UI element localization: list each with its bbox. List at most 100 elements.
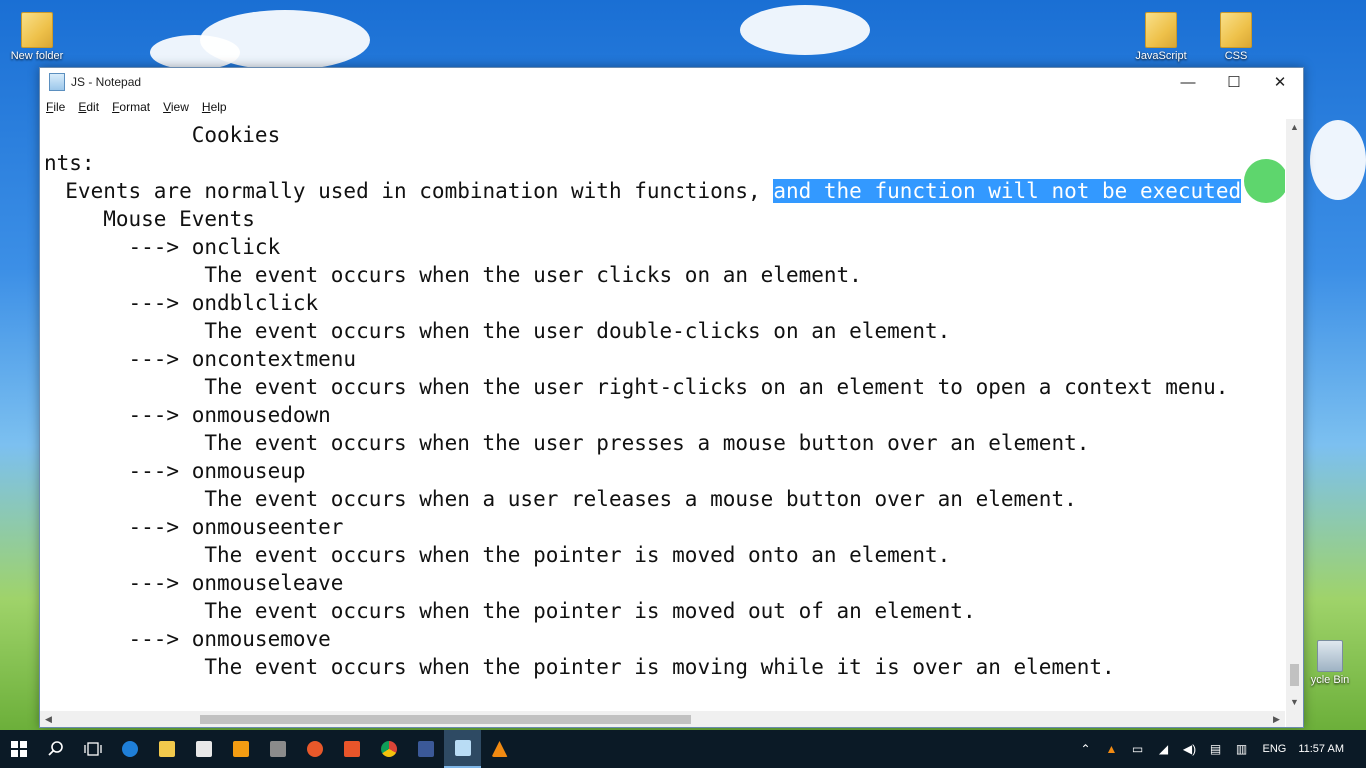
window-controls: — ☐ ✕ (1165, 68, 1303, 96)
window-title: JS - Notepad (71, 75, 142, 89)
menu-file[interactable]: File (46, 100, 65, 114)
desktop-icon-css[interactable]: CSS (1201, 12, 1271, 62)
task-view-button[interactable] (74, 730, 111, 768)
notepad-window: JS - Notepad — ☐ ✕ File Edit Format View… (39, 67, 1304, 728)
start-button[interactable] (0, 730, 37, 768)
text-line: The event occurs when the pointer is mov… (40, 599, 976, 623)
close-button[interactable]: ✕ (1257, 68, 1303, 96)
firefox-icon (306, 741, 323, 757)
sparkle-icon (343, 741, 360, 757)
text-line: The event occurs when the user clicks on… (40, 263, 862, 287)
scroll-up-icon[interactable]: ▲ (1286, 119, 1303, 136)
chevron-up-icon[interactable]: ⌃ (1076, 742, 1094, 756)
text-line: ---> onclick (40, 235, 281, 259)
text-line: The event occurs when the pointer is mov… (40, 655, 1115, 679)
keyboard-icon[interactable]: ▥ (1232, 742, 1250, 756)
menu-help[interactable]: Help (202, 100, 227, 114)
network-icon[interactable]: ◢ (1154, 742, 1172, 756)
scroll-left-icon[interactable]: ◀ (40, 711, 57, 727)
desktop-icon-new-folder[interactable]: New folder (2, 12, 72, 62)
desktop-icon-label: ycle Bin (1310, 674, 1350, 686)
taskbar-edge[interactable] (111, 730, 148, 768)
cloud-decoration (1310, 120, 1366, 200)
taskbar-chrome[interactable] (370, 730, 407, 768)
minimize-button[interactable]: — (1165, 68, 1211, 96)
text-line: ---> onmousedown (40, 403, 331, 427)
taskbar-app[interactable] (259, 730, 296, 768)
scrollbar-corner (1286, 711, 1303, 727)
vertical-scrollbar[interactable]: ▲ ▼ (1286, 119, 1303, 711)
folder-icon (21, 12, 53, 48)
text-line: The event occurs when the pointer is mov… (40, 543, 951, 567)
vlc-tray-icon[interactable]: ▲ (1102, 742, 1120, 756)
store-icon (195, 741, 212, 757)
text-line: nts: (44, 151, 95, 175)
menu-view[interactable]: View (163, 100, 189, 114)
text-line: The event occurs when the user right-cli… (40, 375, 1229, 399)
folder-icon (1145, 12, 1177, 48)
menu-edit[interactable]: Edit (78, 100, 99, 114)
language-indicator[interactable]: ENG (1262, 743, 1286, 755)
desktop-icon-label: JavaScript (1135, 50, 1187, 62)
taskbar-app[interactable] (333, 730, 370, 768)
folder-icon (1220, 12, 1252, 48)
horizontal-scrollbar[interactable]: ◀ ▶ (40, 711, 1285, 727)
text-line: ---> onmousemove (40, 627, 331, 651)
menu-format[interactable]: Format (112, 100, 150, 114)
taskbar-facebook[interactable] (407, 730, 444, 768)
search-button[interactable] (37, 730, 74, 768)
text-line: ---> onmouseleave (40, 571, 344, 595)
clock[interactable]: 11:57 AM (1298, 743, 1344, 755)
text-line: ---> onmouseenter (40, 515, 344, 539)
scroll-right-icon[interactable]: ▶ (1268, 711, 1285, 727)
taskbar-notepad[interactable] (444, 730, 481, 768)
vertical-scroll-thumb[interactable] (1290, 664, 1299, 686)
file-explorer-icon (158, 741, 175, 757)
taskbar-vlc[interactable] (481, 730, 518, 768)
text-line: ---> ondblclick (40, 291, 319, 315)
maximize-button[interactable]: ☐ (1211, 68, 1257, 96)
taskbar-media[interactable] (222, 730, 259, 768)
windows-logo-icon (10, 741, 27, 757)
battery-icon[interactable]: ▭ (1128, 742, 1146, 756)
film-icon (269, 741, 286, 757)
text-line: The event occurs when the user double-cl… (40, 319, 951, 343)
taskbar: ⌃ ▲ ▭ ◢ ◀) ▤ ▥ ENG 11:57 AM (0, 730, 1366, 768)
recycle-bin-icon (1317, 640, 1343, 672)
media-player-icon (232, 741, 249, 757)
search-icon (47, 741, 63, 756)
system-tray: ⌃ ▲ ▭ ◢ ◀) ▤ ▥ ENG 11:57 AM (1072, 730, 1366, 768)
notepad-icon (454, 740, 471, 756)
selected-text: and the function will not be executed (773, 179, 1242, 203)
menu-bar: File Edit Format View Help (40, 96, 1303, 118)
notepad-app-icon (49, 73, 65, 91)
desktop-icon-label: CSS (1224, 50, 1248, 62)
horizontal-scroll-thumb[interactable] (200, 715, 691, 724)
facebook-icon (417, 741, 434, 757)
taskbar-firefox[interactable] (296, 730, 333, 768)
taskbar-store[interactable] (185, 730, 222, 768)
taskbar-file-explorer[interactable] (148, 730, 185, 768)
text-line: The event occurs when the user presses a… (40, 431, 1090, 455)
scroll-down-icon[interactable]: ▼ (1286, 694, 1303, 711)
vlc-icon (491, 741, 508, 757)
desktop-icon-javascript[interactable]: JavaScript (1126, 12, 1196, 62)
cloud-decoration (150, 35, 240, 70)
text-line: ---> onmouseup (40, 459, 306, 483)
title-bar[interactable]: JS - Notepad — ☐ ✕ (40, 68, 1303, 96)
text-line: ---> oncontextmenu (40, 347, 357, 371)
chrome-icon (380, 741, 397, 757)
text-editor[interactable]: Cookies nts: Events are normally used in… (40, 119, 1285, 711)
edge-icon (121, 741, 138, 757)
text-line: Mouse Events (40, 207, 255, 231)
desktop-icon-recycle-bin[interactable]: ycle Bin (1300, 640, 1360, 686)
text-line: Cookies (40, 123, 281, 147)
cloud-decoration (740, 5, 870, 55)
task-view-icon (83, 742, 102, 756)
desktop-icon-label: New folder (10, 50, 64, 62)
action-center-icon[interactable]: ▤ (1206, 742, 1224, 756)
mouse-cursor-highlight-icon (1244, 159, 1285, 203)
text-line: Events are normally used in combination … (40, 179, 1242, 203)
text-line: The event occurs when a user releases a … (40, 487, 1077, 511)
volume-icon[interactable]: ◀) (1180, 742, 1198, 756)
